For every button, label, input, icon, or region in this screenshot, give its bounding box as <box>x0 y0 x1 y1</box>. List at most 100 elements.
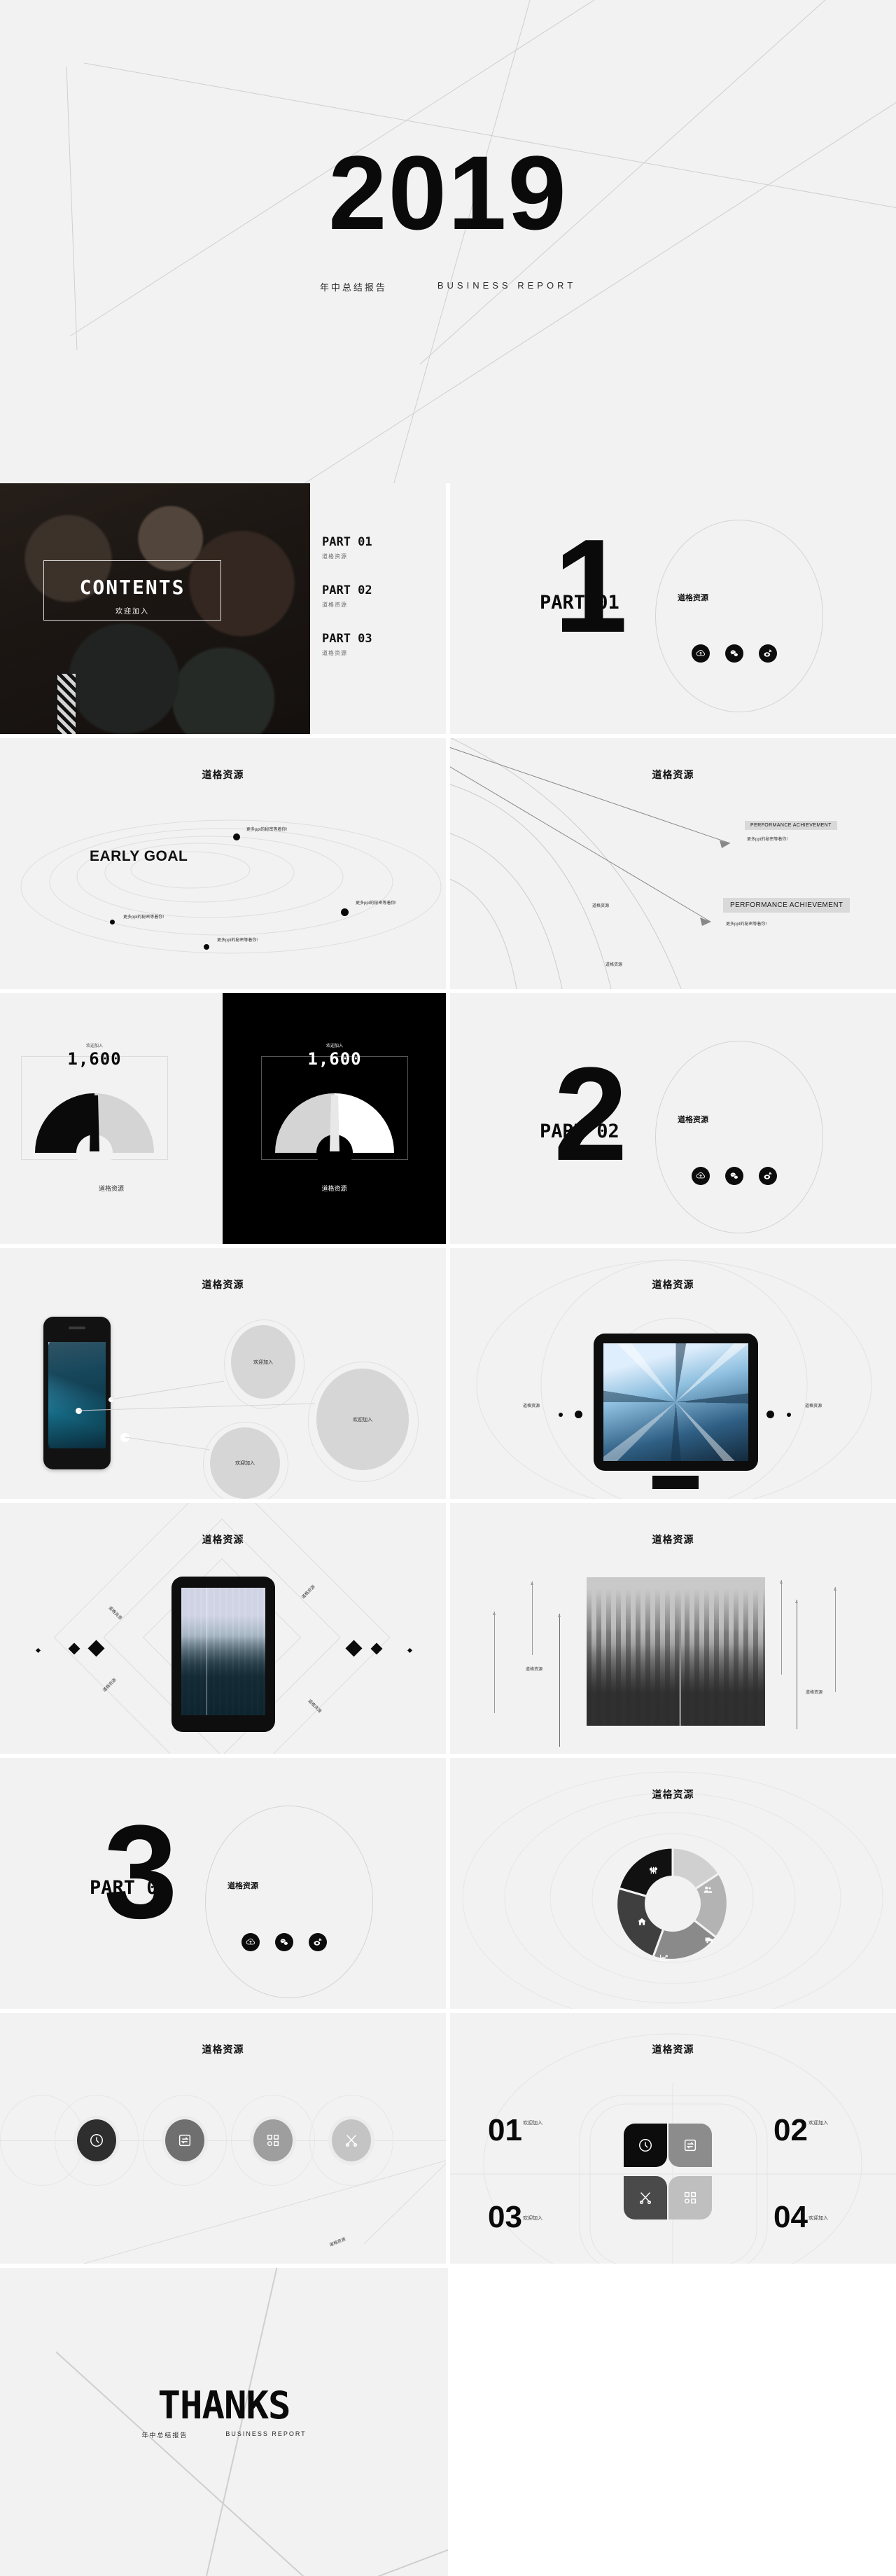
thanks-subtitle-row: 年中总结报告 BUSINESS REPORT <box>0 2430 448 2439</box>
contents-item-3[interactable]: PART 03 道格资源 <box>322 632 372 657</box>
slide-row-5: 道格资源 道格资源 道格资源 道格资源 道格资源 道格资源 道格资源 道格资源 <box>0 1503 896 1754</box>
quad-clock[interactable] <box>624 2124 667 2167</box>
slide-contents: CONTENTS 欢迎加入 PART 01 道格资源 PART 02 道格资源 … <box>0 483 446 734</box>
gauge-dark-chart <box>275 1093 394 1160</box>
gauge-dark-value: 1,600 <box>307 1049 362 1069</box>
clock-icon[interactable] <box>77 2119 116 2161</box>
city-left-label: 道格资源 <box>526 1668 543 1672</box>
slide-phone: 道格资源 欢迎加入 欢迎加入 欢迎加入 <box>0 1248 446 1499</box>
quad-scissors[interactable] <box>624 2176 667 2220</box>
slide-thanks: THANKS 年中总结报告 BUSINESS REPORT <box>0 2268 896 2576</box>
slide-part-01: 1 PART 01 道格资源 <box>450 483 896 734</box>
bubble-label: 欢迎加入 <box>235 1461 255 1466</box>
part-number: 3 <box>104 1798 178 1946</box>
arrow-up <box>779 1580 783 1675</box>
presentation-deck: 2019 年中总结报告 BUSINESS REPORT CONTENTS 欢迎加… <box>0 0 896 2576</box>
cover-subtitle-row: 年中总结报告 BUSINESS REPORT <box>0 280 896 293</box>
slide-row-6: 3 PART 03 道格资源 道格资源 <box>0 1758 896 2009</box>
gauge-light-label: 欢迎加入 <box>85 1044 103 1048</box>
early-goal-headline: EARLY GOAL <box>90 848 188 864</box>
social-icon-row <box>241 1933 327 1951</box>
gauge-dark-panel: 欢迎加入 1,600 道格资源 <box>223 993 446 1244</box>
gauge-light-caption: 道格资源 <box>98 1185 124 1192</box>
weibo-icon[interactable] <box>309 1933 327 1951</box>
delivery-truck-icon[interactable] <box>704 1934 715 1946</box>
phone-hotspot[interactable] <box>120 1433 130 1442</box>
contents-item-label: PART 02 <box>322 583 372 597</box>
bubble-3[interactable]: 欢迎加入 <box>210 1427 280 1499</box>
cloud-upload-icon[interactable] <box>241 1933 260 1951</box>
number-01: 01 <box>488 2113 522 2147</box>
wechat-icon[interactable] <box>725 644 743 663</box>
monitor-right-dot-small <box>787 1413 791 1417</box>
performance-inner-label-2: 道格资源 <box>606 963 623 967</box>
decor-stripe <box>57 674 76 734</box>
part-subtitle: 道格资源 <box>678 594 708 602</box>
monitor-left-dot-large <box>575 1411 582 1418</box>
quad-grid[interactable] <box>668 2176 712 2220</box>
number-03: 03 <box>488 2200 522 2234</box>
slide-monitor: 道格资源 道格资源 道格资源 <box>450 1248 896 1499</box>
transfer-icon[interactable] <box>165 2119 204 2161</box>
bubble-label: 欢迎加入 <box>353 1417 372 1422</box>
slide-row-2: 道格资源 EARLY GOAL 更多ppt的秘密等着你! 更多ppt的秘密等着你… <box>0 738 896 989</box>
grid-search-icon[interactable] <box>253 2119 293 2161</box>
line-chart-icon[interactable] <box>659 1952 670 1963</box>
slide-donut: 道格资源 <box>450 1758 896 2009</box>
diamond-marker <box>407 1647 413 1654</box>
monitor-left-label: 道格资源 <box>523 1404 540 1408</box>
contents-item-sub: 道格资源 <box>322 602 347 608</box>
social-icon-row <box>692 644 777 663</box>
orbit-label-3: 更多ppt的秘密等着你! <box>123 915 164 920</box>
wechat-icon[interactable] <box>275 1933 293 1951</box>
cloud-upload-icon[interactable] <box>692 1167 710 1185</box>
number-04-label: 欢迎加入 <box>808 2216 828 2221</box>
users-icon[interactable] <box>702 1884 713 1895</box>
contents-welcome: 欢迎加入 <box>115 608 149 616</box>
quad-transfer[interactable] <box>668 2124 712 2167</box>
part-subtitle: 道格资源 <box>678 1116 708 1124</box>
thanks-subtitle-en: BUSINESS REPORT <box>225 2430 307 2437</box>
slide-title: 道格资源 <box>652 1534 694 1545</box>
gauge-dark-caption: 道格资源 <box>321 1185 347 1192</box>
contents-item-1[interactable]: PART 01 道格资源 <box>322 535 372 560</box>
tablet-mockup <box>172 1577 275 1732</box>
orbit-dot <box>110 920 115 925</box>
weibo-icon[interactable] <box>759 1167 777 1185</box>
thanks-title: THANKS <box>158 2383 290 2428</box>
slide-row-3: 欢迎加入 1,600 道格资源 欢迎加入 1,600 道格资源 2 PART 0… <box>0 993 896 1244</box>
orbit-diagram <box>20 819 442 954</box>
contents-title: CONTENTS <box>79 576 186 599</box>
gauge-light-value: 1,600 <box>67 1049 122 1069</box>
contents-item-2[interactable]: PART 02 道格资源 <box>322 583 372 609</box>
cover-center-block: 2019 年中总结报告 BUSINESS REPORT <box>0 140 896 293</box>
orbit-dot <box>204 944 209 950</box>
number-02-label: 欢迎加入 <box>808 2121 828 2126</box>
diamond-marker <box>35 1647 41 1654</box>
phone-hotspot[interactable] <box>108 1397 113 1402</box>
cover-subtitle-en: BUSINESS REPORT <box>437 280 577 291</box>
bubble-1[interactable]: 欢迎加入 <box>231 1325 295 1399</box>
cloud-upload-icon[interactable] <box>692 644 710 663</box>
phone-hotspot[interactable] <box>76 1408 82 1414</box>
tablet-screen-image <box>181 1588 265 1715</box>
scissors-pencil-icon[interactable] <box>332 2119 371 2161</box>
monitor-stand <box>652 1476 699 1489</box>
settings-sliders-icon[interactable] <box>648 1864 659 1876</box>
monitor-right-label: 道格资源 <box>805 1404 822 1408</box>
contents-item-label: PART 03 <box>322 632 372 646</box>
weibo-icon[interactable] <box>759 644 777 663</box>
gauge-light-chart <box>35 1093 154 1160</box>
part-number: 1 <box>554 512 628 660</box>
cover-year: 2019 <box>328 134 568 251</box>
number-04: 04 <box>774 2200 808 2234</box>
part-ellipse-decor <box>205 1806 373 1998</box>
social-icon-row <box>692 1167 777 1185</box>
part-label: PART 03 <box>90 1877 169 1899</box>
wechat-icon[interactable] <box>725 1167 743 1185</box>
slide-part-02: 2 PART 02 道格资源 <box>450 993 896 1244</box>
monitor-left-dot-small <box>559 1413 563 1417</box>
home-icon[interactable] <box>636 1916 648 1927</box>
slide-city: 道格资源 道格资源 道格资源 <box>450 1503 896 1754</box>
bubble-2[interactable]: 欢迎加入 <box>316 1369 409 1470</box>
